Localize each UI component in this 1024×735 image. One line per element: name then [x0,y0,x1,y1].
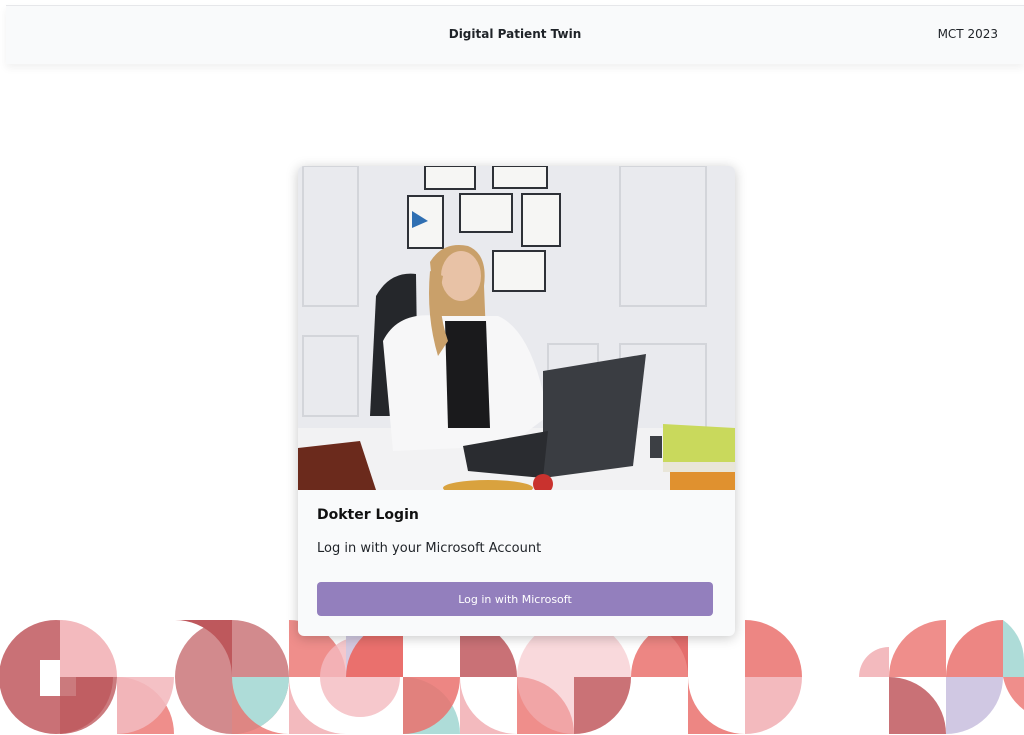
doctor-photo [298,166,735,490]
microsoft-login-button[interactable]: Log in with Microsoft [317,582,713,616]
app-title: Digital Patient Twin [448,27,582,41]
top-navbar: Digital Patient Twin MCT 2023 [6,5,1024,64]
header-meta: MCT 2023 [937,27,998,41]
decorative-pattern [0,620,1024,734]
card-subtitle: Log in with your Microsoft Account [317,541,542,556]
login-card: Dokter Login Log in with your Microsoft … [298,166,735,636]
card-title: Dokter Login [317,507,419,523]
